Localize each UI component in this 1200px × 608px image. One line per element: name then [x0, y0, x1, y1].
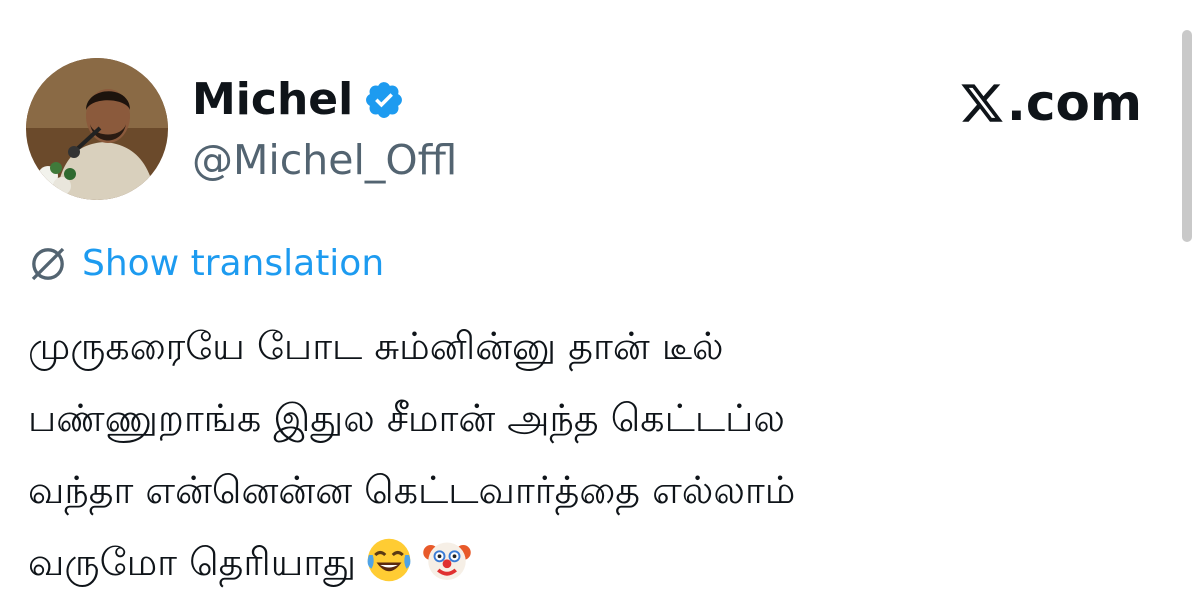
tweet-screenshot: Michel @Michel_Offl .com Show translatio…	[0, 0, 1200, 608]
show-translation-link[interactable]: Show translation	[28, 244, 384, 284]
tweet-text: முருகரையே போட சும்னின்னு தான் டீல் பண்ணு…	[28, 310, 1148, 598]
clown-face-emoji	[423, 542, 471, 580]
tweet-line-last: வருமோ தெரியாது	[28, 526, 1148, 598]
scrollbar[interactable]	[1182, 30, 1192, 242]
verified-badge-icon	[366, 82, 403, 118]
face-with-tears-of-joy-emoji	[367, 538, 411, 582]
tweet-line: பண்ணுறாங்க இதுல சீமான் அந்த கெட்டப்ல	[28, 396, 785, 440]
tweet-line: வந்தா என்னென்ன கெட்டவார்த்தை எல்லாம்	[28, 468, 796, 512]
display-name-text: Michel	[192, 74, 354, 125]
x-logo-icon	[961, 84, 1003, 122]
display-name[interactable]: Michel	[192, 78, 405, 122]
user-handle[interactable]: @Michel_Offl	[192, 140, 457, 181]
show-translation-label: Show translation	[82, 243, 385, 284]
avatar[interactable]	[26, 58, 168, 200]
tweet-line: முருகரையே போட சும்னின்னு தான் டீல்	[28, 324, 724, 368]
x-com-brand: .com	[959, 78, 1142, 128]
globe-icon	[31, 247, 65, 281]
brand-domain-text: .com	[1006, 74, 1142, 132]
tweet-line-text: வருமோ தெரியாது	[28, 540, 357, 584]
